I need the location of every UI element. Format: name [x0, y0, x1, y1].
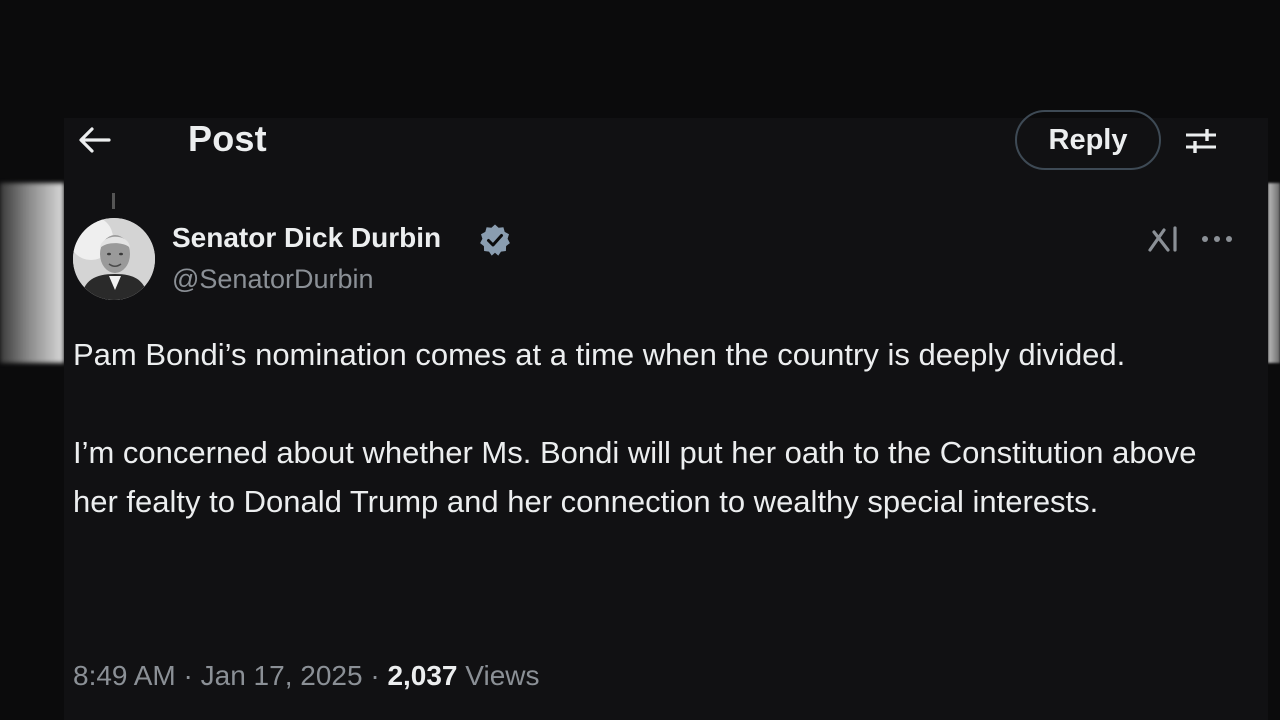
tweet-time[interactable]: 8:49 AM [73, 660, 176, 691]
profile-photo [73, 218, 155, 300]
tweet-text: Pam Bondi’s nomination comes at a time w… [73, 330, 1213, 575]
meta-separator: · [175, 660, 201, 691]
author-name[interactable]: Senator Dick Durbin [172, 222, 441, 254]
verified-badge-icon[interactable] [478, 223, 512, 257]
views-label: Views [465, 660, 540, 691]
tweet-meta: 8:49 AM · Jan 17, 2025 · 2,037 Views [73, 660, 539, 692]
filter-button[interactable] [1180, 120, 1222, 162]
background-edge-left [0, 183, 64, 363]
reply-button[interactable]: Reply [1015, 110, 1161, 170]
thread-connector [112, 193, 115, 209]
views-count: 2,037 [387, 660, 458, 691]
author-handle[interactable]: @SenatorDurbin [172, 264, 374, 295]
back-button[interactable] [74, 120, 114, 160]
tweet-paragraph: Pam Bondi’s nomination comes at a time w… [73, 337, 1126, 372]
grok-icon[interactable] [1144, 220, 1184, 260]
meta-separator: · [362, 660, 388, 691]
tweet-paragraph: I’m concerned about whether Ms. Bondi wi… [73, 435, 1197, 519]
background-edge-right [1268, 183, 1280, 363]
page-title: Post [188, 118, 267, 159]
more-options-icon[interactable] [1197, 222, 1237, 256]
sliders-icon [1186, 129, 1216, 153]
tweet-date[interactable]: Jan 17, 2025 [201, 660, 363, 691]
screen: Post Reply Senator Dick Durbin @SenatorD… [0, 0, 1280, 720]
arrow-left-icon [79, 127, 111, 153]
avatar[interactable] [73, 218, 155, 300]
